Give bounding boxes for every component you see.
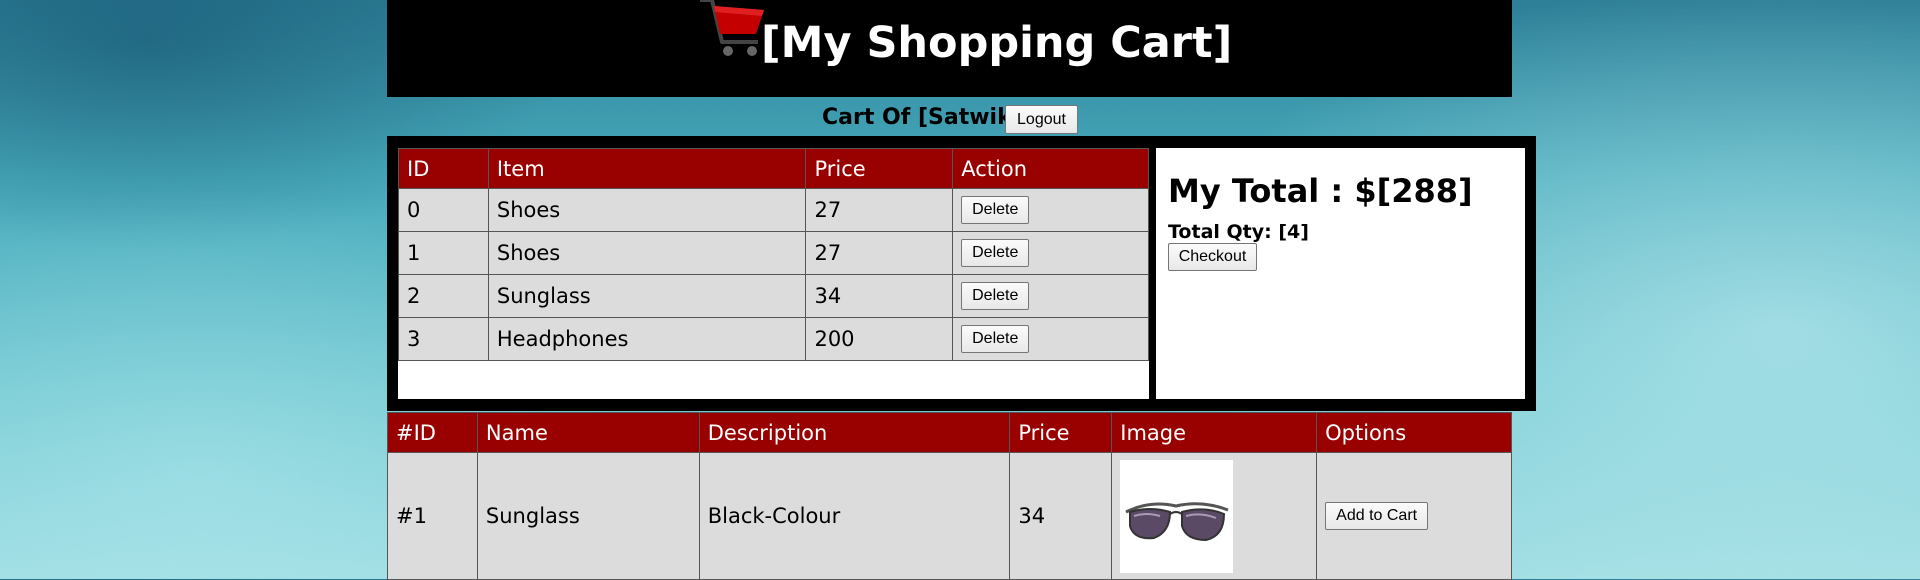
- cell-price: 27: [805, 231, 954, 275]
- checkout-button[interactable]: Checkout: [1168, 243, 1257, 271]
- col-product-price: Price: [1009, 412, 1113, 453]
- cell-id: 1: [398, 231, 489, 275]
- col-id: ID: [398, 148, 489, 189]
- col-name: Name: [476, 412, 700, 453]
- table-row: 2 Sunglass 34 Delete: [398, 274, 1149, 318]
- table-row: #1 Sunglass Black-Colour 34 Add to Cart: [387, 452, 1512, 580]
- products-table: #ID Name Description Price Image Options…: [387, 412, 1512, 580]
- sunglasses-image: [1120, 459, 1234, 573]
- col-price: Price: [805, 148, 954, 189]
- delete-button[interactable]: Delete: [961, 282, 1030, 310]
- cart-table-container: ID Item Price Action 0 Shoes 27 Delete 1…: [398, 148, 1149, 399]
- cell-id: 0: [398, 188, 489, 232]
- add-to-cart-button[interactable]: Add to Cart: [1325, 502, 1429, 530]
- cart-total: My Total : $[288]: [1168, 172, 1473, 210]
- cell-item: Shoes: [487, 188, 807, 232]
- shopping-cart-icon: [700, 0, 764, 56]
- cell-action: Delete: [952, 188, 1149, 232]
- cell-name: Sunglass: [476, 452, 700, 580]
- cell-product-price: 34: [1009, 452, 1113, 580]
- col-options: Options: [1316, 412, 1512, 453]
- cell-item: Sunglass: [487, 274, 807, 318]
- cart-quantity: Total Qty: [4]: [1168, 221, 1309, 243]
- cart-owner-label: Cart Of [Satwik]: [822, 105, 1022, 130]
- cell-item: Shoes: [487, 231, 807, 275]
- cell-action: Delete: [952, 274, 1149, 318]
- table-row: 1 Shoes 27 Delete: [398, 231, 1149, 275]
- cell-description: Black-Colour: [698, 452, 1011, 580]
- page-title: [My Shopping Cart]: [761, 18, 1233, 68]
- col-description: Description: [698, 412, 1011, 453]
- delete-button[interactable]: Delete: [961, 239, 1030, 267]
- cart-panel: ID Item Price Action 0 Shoes 27 Delete 1…: [387, 136, 1536, 411]
- cell-price: 27: [805, 188, 954, 232]
- cell-options: Add to Cart: [1316, 452, 1512, 580]
- cell-id: 2: [398, 274, 489, 318]
- cart-summary: My Total : $[288] Total Qty: [4] Checkou…: [1156, 148, 1525, 399]
- delete-button[interactable]: Delete: [961, 196, 1030, 224]
- cart-table: ID Item Price Action 0 Shoes 27 Delete 1…: [398, 148, 1149, 361]
- col-action: Action: [952, 148, 1149, 189]
- cell-action: Delete: [952, 231, 1149, 275]
- cell-product-id: #1: [387, 452, 478, 580]
- delete-button[interactable]: Delete: [961, 325, 1030, 353]
- cell-item: Headphones: [487, 317, 807, 361]
- col-product-id: #ID: [387, 412, 478, 453]
- cell-id: 3: [398, 317, 489, 361]
- table-row: 0 Shoes 27 Delete: [398, 188, 1149, 232]
- col-item: Item: [487, 148, 807, 189]
- col-image: Image: [1111, 412, 1318, 453]
- products-table-header: #ID Name Description Price Image Options: [387, 412, 1512, 453]
- cell-price: 200: [805, 317, 954, 361]
- cart-table-header: ID Item Price Action: [398, 148, 1149, 189]
- cell-price: 34: [805, 274, 954, 318]
- logout-button[interactable]: Logout: [1005, 105, 1078, 134]
- table-row: 3 Headphones 200 Delete: [398, 317, 1149, 361]
- page-header: [My Shopping Cart]: [387, 0, 1512, 97]
- cell-image: [1111, 452, 1318, 580]
- cell-action: Delete: [952, 317, 1149, 361]
